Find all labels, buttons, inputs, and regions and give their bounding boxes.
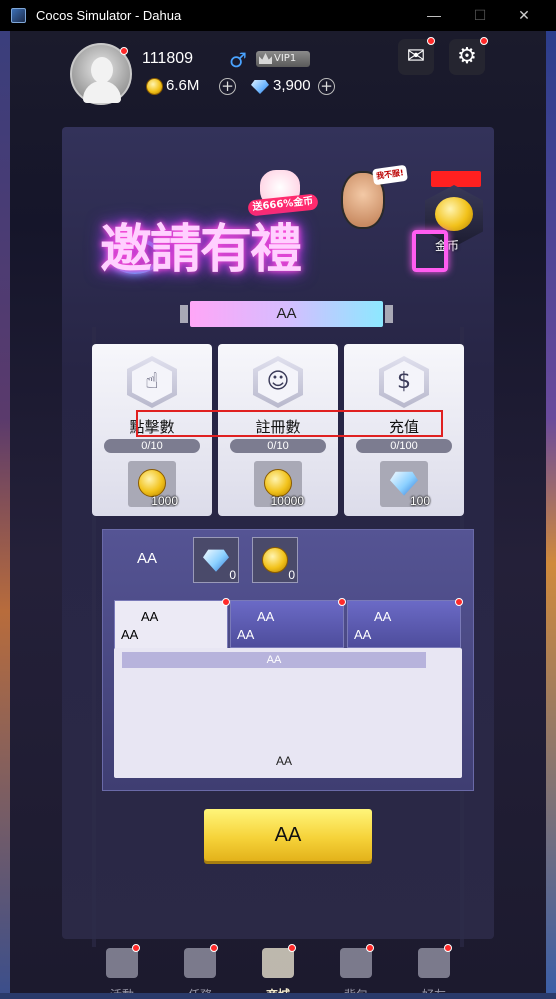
gold-coin-icon [146,78,163,95]
nav-item-activity[interactable]: 活動 [92,944,152,993]
friends-icon [418,948,450,978]
tab-title: AA [374,609,392,624]
gift-box-icon [412,230,448,272]
tab-notify-dot [455,598,463,606]
background-left-edge [0,31,10,999]
progress-bar: 0/100 [356,439,452,453]
gold-amount: 6.6M [166,77,200,94]
nav-item-shop[interactable]: 商城 [248,944,308,993]
coin-pile-icon [435,197,473,231]
nav-label: 好友 [404,986,464,993]
progress-bar: 0/10 [230,439,326,453]
reward-slot[interactable]: 100 [380,461,430,508]
minimize-icon[interactable]: — [424,6,444,24]
male-icon: ♂ [229,48,247,72]
tab-3[interactable]: AA AA [347,598,463,648]
nav-item-tasks[interactable]: 任務 [170,944,230,993]
shop-cart-icon [262,948,294,978]
action-button[interactable]: AA [204,809,372,861]
avatar-head-shape [91,57,113,83]
backpack-icon [340,948,372,978]
tab-subtitle: AA [121,627,139,642]
title-bar: Cocos Simulator - Dahua — ☐ ✕ [0,0,556,31]
invite-title: 邀請有禮 [100,220,302,280]
vip-label: VIP1 [274,53,297,64]
background-bottom-edge [0,993,556,999]
reward-slot[interactable]: 1000 [128,461,178,508]
settings-button[interactable]: ⚙ [449,39,485,75]
user-icon: ☺ [253,356,303,408]
highlight-box [136,410,443,437]
nav-notify-dot [366,944,374,952]
reward-slot[interactable]: 10000 [254,461,304,508]
tap-hand-icon: ☝ [127,356,177,408]
gem-icon [251,80,269,94]
tab-content-header: AA [122,652,426,668]
gear-icon: ⚙ [457,44,477,69]
nav-label: 商城 [248,986,308,993]
player-id: 111809 [142,50,194,67]
nav-item-friends[interactable]: 好友 [404,944,464,993]
tab-title: AA [257,609,275,624]
rewards-section: AA 0 0 AA AA AA AA AA AA AA AA [102,529,474,791]
gem-icon [390,471,418,496]
nav-label: 活動 [92,986,152,993]
background-right-edge [546,31,556,999]
avatar-notify-dot [120,47,128,55]
tab-title: AA [141,609,159,624]
reward-value: 1000 [151,494,178,508]
tab-notify-dot [338,598,346,606]
vip-badge[interactable]: VIP1 [256,51,310,67]
tab-subtitle: AA [354,627,372,642]
maximize-icon[interactable]: ☐ [470,6,490,24]
tab-content-footer: AA [275,754,292,768]
activity-icon [106,948,138,978]
nav-item-backpack[interactable]: 背包 [326,944,386,993]
promo-coin-redbar [431,171,481,187]
rewards-label: AA [137,550,158,567]
crown-icon [259,53,272,64]
reward-value: 100 [409,494,430,508]
mail-notify-dot [427,37,435,45]
nav-label: 任務 [170,986,230,993]
reward-value: 10000 [270,494,304,508]
gem-reward-count: 0 [229,568,236,582]
gold-coin-icon [264,469,292,497]
add-gems-button[interactable]: + [318,78,335,95]
app-icon [11,8,26,23]
progress-bar: 0/10 [104,439,200,453]
tab-content: AA AA [114,648,462,778]
gold-coin-icon [138,469,166,497]
simulator-window: Cocos Simulator - Dahua — ☐ ✕ 111809 ♂ V… [0,0,556,999]
coin-reward-count: 0 [288,568,295,582]
gem-reward-slot[interactable]: 0 [193,537,239,583]
gem-amount: 3,900 [273,77,311,94]
nav-notify-dot [288,944,296,952]
nav-notify-dot [132,944,140,952]
gold-coin-icon [262,547,288,573]
tab-subtitle: AA [237,627,255,642]
mail-icon: ✉ [406,44,426,69]
task-calendar-icon [184,948,216,978]
nav-notify-dot [210,944,218,952]
section-banner: AA [180,301,393,327]
tab-2[interactable]: AA AA [230,598,346,648]
coin-reward-slot[interactable]: 0 [252,537,298,583]
add-gold-button[interactable]: + [219,78,236,95]
dollar-coin-icon: $ [379,356,429,408]
nav-label: 背包 [326,986,386,993]
game-canvas: 111809 ♂ VIP1 6.6M + 3,900 + ✉ ⚙ 送666%金币… [10,31,546,993]
gem-icon [203,549,229,572]
tab-1[interactable]: AA AA [114,598,230,652]
tab-notify-dot [222,598,230,606]
avatar-body-shape [83,81,121,103]
close-icon[interactable]: ✕ [514,6,534,24]
settings-notify-dot [480,37,488,45]
nav-notify-dot [444,944,452,952]
window-title: Cocos Simulator - Dahua [36,8,182,23]
